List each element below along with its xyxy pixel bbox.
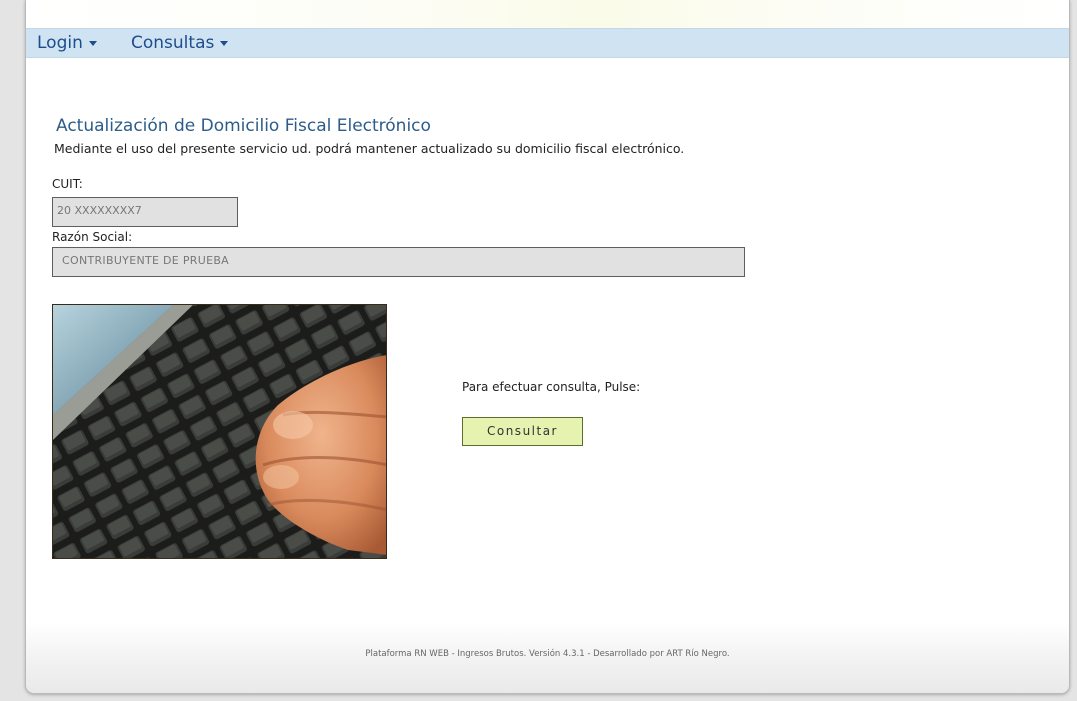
chevron-down-icon (220, 40, 229, 46)
nav-login-label: Login (37, 33, 83, 53)
main-panel: Login Consultas Actualización de Domicil… (25, 0, 1070, 694)
footer-text: Plataforma RN WEB - Ingresos Brutos. Ver… (365, 649, 730, 659)
top-strip (26, 0, 1069, 28)
nav-consultas-label: Consultas (131, 33, 215, 53)
nav-login-menu[interactable]: Login (37, 33, 97, 53)
footer: Plataforma RN WEB - Ingresos Brutos. Ver… (26, 622, 1069, 693)
razon-social-field[interactable]: CONTRIBUYENTE DE PRUEBA (52, 247, 745, 277)
consult-hint: Para efectuar consulta, Pulse: (462, 380, 641, 394)
page-subtitle: Mediante el uso del presente servicio ud… (54, 141, 685, 156)
nav-bar: Login Consultas (26, 28, 1069, 58)
page-title: Actualización de Domicilio Fiscal Electr… (56, 116, 431, 136)
keyboard-photo (52, 304, 387, 559)
cuit-label: CUIT: (52, 177, 83, 191)
nav-consultas-menu[interactable]: Consultas (131, 33, 229, 53)
chevron-down-icon (88, 40, 97, 46)
razon-social-label: Razón Social: (52, 230, 133, 244)
consultar-button[interactable]: Consultar (462, 417, 583, 446)
cuit-field[interactable]: 20 XXXXXXXX7 (52, 197, 238, 227)
